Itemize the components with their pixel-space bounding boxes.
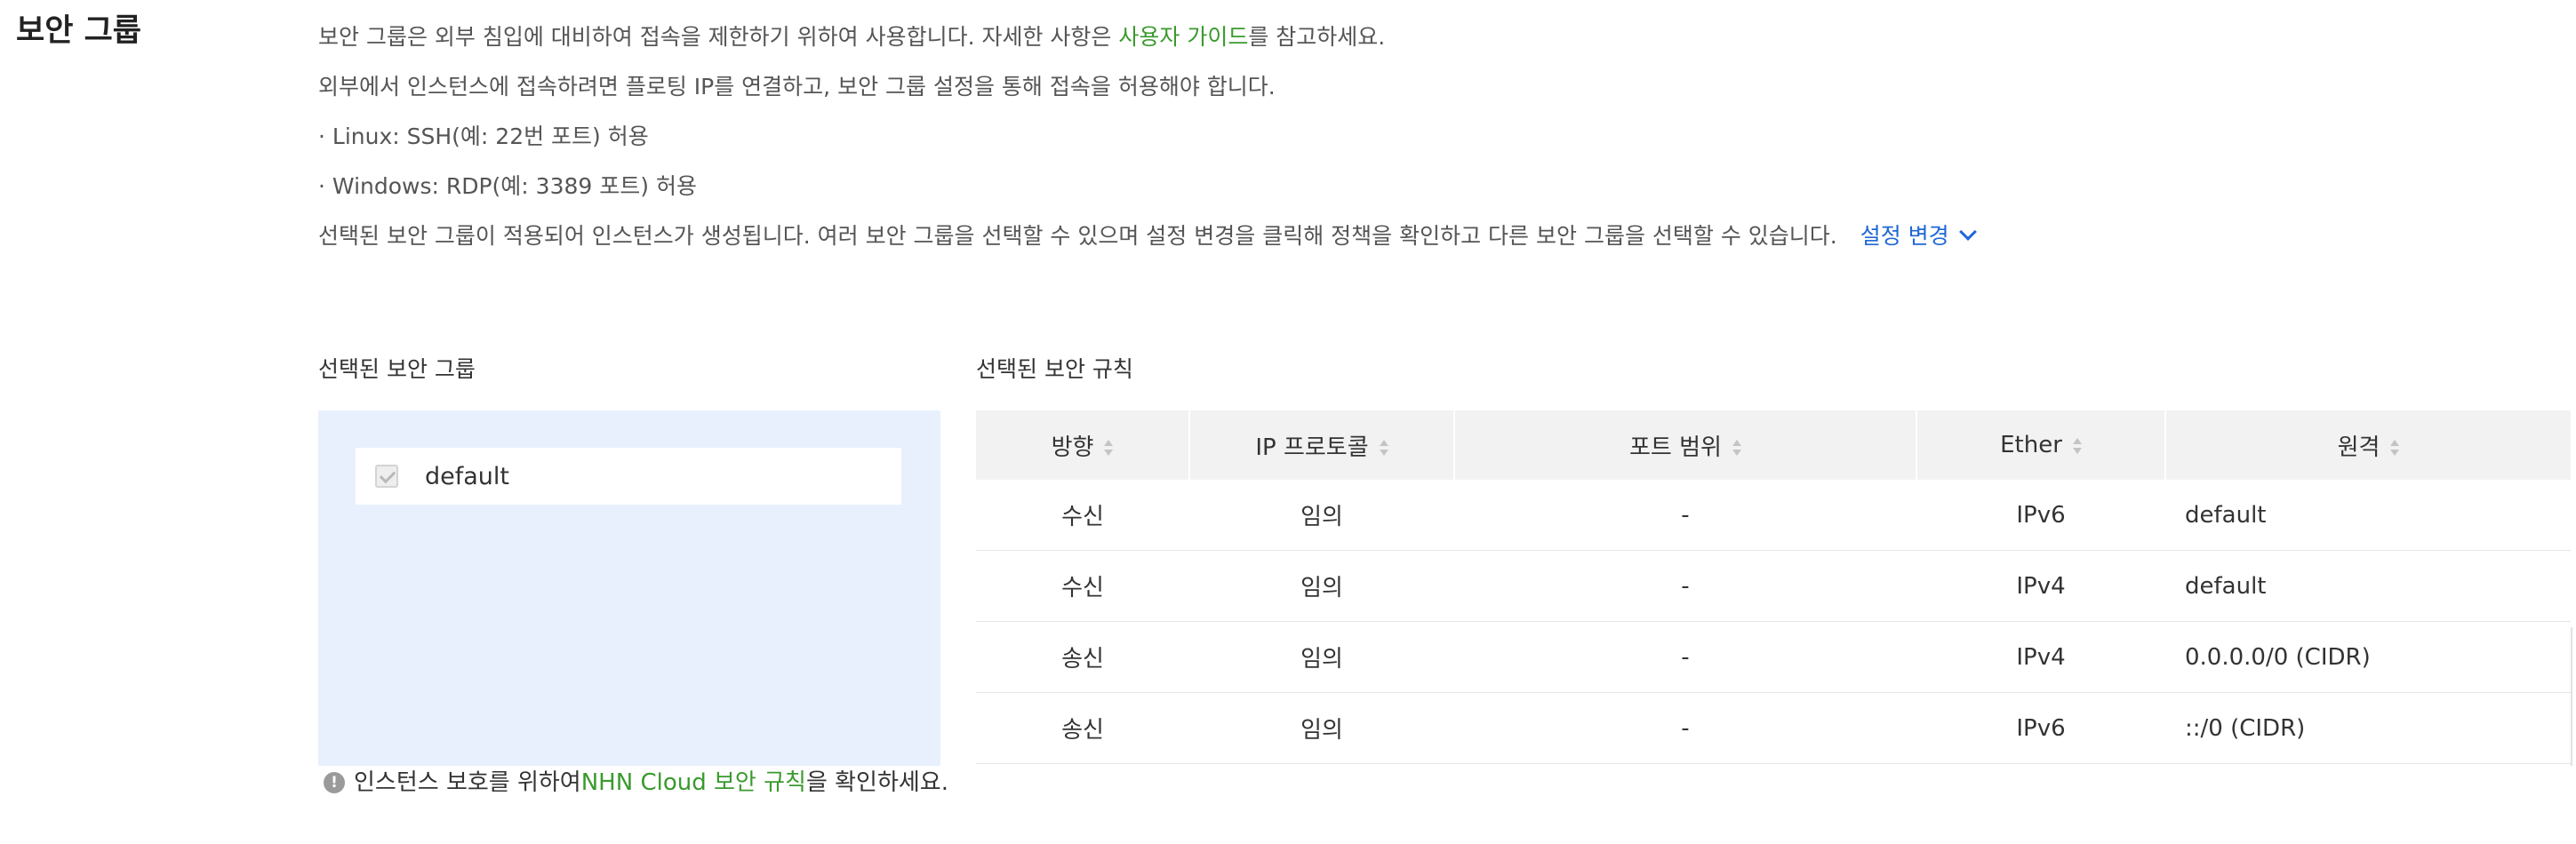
column-header-label: IP 프로토콜 bbox=[1255, 434, 1369, 461]
sort-icon bbox=[1379, 438, 1388, 458]
settings-change-label: 설정 변경 bbox=[1860, 223, 1949, 249]
cell-port-range: - bbox=[1454, 621, 1916, 693]
selected-groups-panel: default bbox=[318, 410, 940, 766]
cell-ether: IPv6 bbox=[1916, 692, 2165, 764]
table-header-row: 방향 IP 프로토콜 포트 범위 Ether 원격 bbox=[976, 410, 2571, 480]
column-header-label: 포트 범위 bbox=[1629, 434, 1722, 461]
cell-remote: ::/0 (CIDR) bbox=[2165, 692, 2571, 764]
description-line-5: 선택된 보안 그룹이 적용되어 인스턴스가 생성됩니다. 여러 보안 그룹을 선… bbox=[318, 211, 1977, 261]
description-line-windows: · Windows: RDP(예: 3389 포트) 허용 bbox=[318, 173, 697, 199]
settings-change-button[interactable]: 설정 변경 bbox=[1860, 223, 1977, 249]
cell-remote: default bbox=[2165, 550, 2571, 622]
cell-port-range: - bbox=[1454, 480, 1916, 551]
selected-groups-label: 선택된 보안 그룹 bbox=[318, 356, 476, 382]
security-group-checkbox[interactable] bbox=[375, 465, 398, 488]
description-line-1-text: 보안 그룹은 외부 침입에 대비하여 접속을 제한하기 위하여 사용합니다. 자… bbox=[318, 24, 1119, 50]
cell-direction: 송신 bbox=[976, 621, 1189, 693]
cell-direction: 수신 bbox=[976, 480, 1189, 551]
table-scrollbar[interactable] bbox=[2571, 627, 2572, 766]
security-group-item[interactable]: default bbox=[356, 448, 901, 505]
sort-icon bbox=[1732, 438, 1741, 458]
cell-remote: default bbox=[2165, 480, 2571, 551]
cell-ether: IPv4 bbox=[1916, 621, 2165, 693]
column-header-label: 방향 bbox=[1051, 434, 1094, 461]
security-rules-link[interactable]: NHN Cloud 보안 규칙 bbox=[581, 766, 806, 800]
column-header-ether[interactable]: Ether bbox=[1916, 410, 2166, 480]
cell-port-range: - bbox=[1454, 550, 1916, 622]
security-group-name: default bbox=[425, 462, 510, 490]
notice-text: 인스턴스 보호를 위하여 bbox=[354, 769, 581, 796]
section-title: 보안 그룹 bbox=[16, 13, 141, 49]
cell-remote: 0.0.0.0/0 (CIDR) bbox=[2165, 621, 2571, 693]
cell-direction: 수신 bbox=[976, 550, 1189, 622]
cell-protocol: 임의 bbox=[1189, 621, 1454, 693]
table-row: 송신 임의 - IPv6 ::/0 (CIDR) bbox=[976, 692, 2571, 764]
selected-rules-label: 선택된 보안 규칙 bbox=[976, 356, 1133, 382]
security-rules-table: 방향 IP 프로토콜 포트 범위 Ether 원격 수신 임의 - IPv6 d… bbox=[976, 410, 2571, 764]
cell-ether: IPv6 bbox=[1916, 480, 2165, 551]
user-guide-link[interactable]: 사용자 가이드 bbox=[1118, 24, 1248, 50]
column-header-label: 원격 bbox=[2337, 434, 2380, 461]
info-icon: ! bbox=[324, 772, 345, 793]
chevron-down-icon bbox=[1958, 223, 1977, 241]
cell-protocol: 임의 bbox=[1189, 692, 1454, 764]
cell-protocol: 임의 bbox=[1189, 480, 1454, 551]
sort-icon bbox=[1104, 438, 1114, 458]
table-row: 송신 임의 - IPv4 0.0.0.0/0 (CIDR) bbox=[976, 621, 2571, 693]
notice-text-tail: 을 확인하세요. bbox=[805, 769, 948, 796]
cell-port-range: - bbox=[1454, 692, 1916, 764]
column-header-ip-protocol[interactable]: IP 프로토콜 bbox=[1189, 410, 1455, 480]
description-line-1-tail: 를 참고하세요. bbox=[1248, 24, 1386, 50]
security-notice: ! 인스턴스 보호를 위하여 NHN Cloud 보안 규칙 을 확인하세요. bbox=[324, 766, 948, 800]
cell-protocol: 임의 bbox=[1189, 550, 1454, 622]
column-header-port-range[interactable]: 포트 범위 bbox=[1454, 410, 1917, 480]
description-line-5-text: 선택된 보안 그룹이 적용되어 인스턴스가 생성됩니다. 여러 보안 그룹을 선… bbox=[318, 223, 1837, 249]
security-group-description: 보안 그룹은 외부 침입에 대비하여 접속을 제한하기 위하여 사용합니다. 자… bbox=[318, 12, 1977, 261]
sort-icon bbox=[2072, 436, 2082, 456]
column-header-label: Ether bbox=[2000, 432, 2062, 458]
sort-icon bbox=[2390, 438, 2400, 458]
column-header-remote[interactable]: 원격 bbox=[2165, 410, 2571, 480]
column-header-direction[interactable]: 방향 bbox=[976, 410, 1190, 480]
description-line-1: 보안 그룹은 외부 침입에 대비하여 접속을 제한하기 위하여 사용합니다. 자… bbox=[318, 12, 1974, 62]
description-line-linux: · Linux: SSH(예: 22번 포트) 허용 bbox=[318, 123, 649, 149]
table-row: 수신 임의 - IPv6 default bbox=[976, 480, 2571, 551]
table-row: 수신 임의 - IPv4 default bbox=[976, 550, 2571, 622]
description-line-2: 외부에서 인스턴스에 접속하려면 플로팅 IP를 연결하고, 보안 그룹 설정을… bbox=[318, 74, 1276, 100]
cell-ether: IPv4 bbox=[1916, 550, 2165, 622]
cell-direction: 송신 bbox=[976, 692, 1189, 764]
